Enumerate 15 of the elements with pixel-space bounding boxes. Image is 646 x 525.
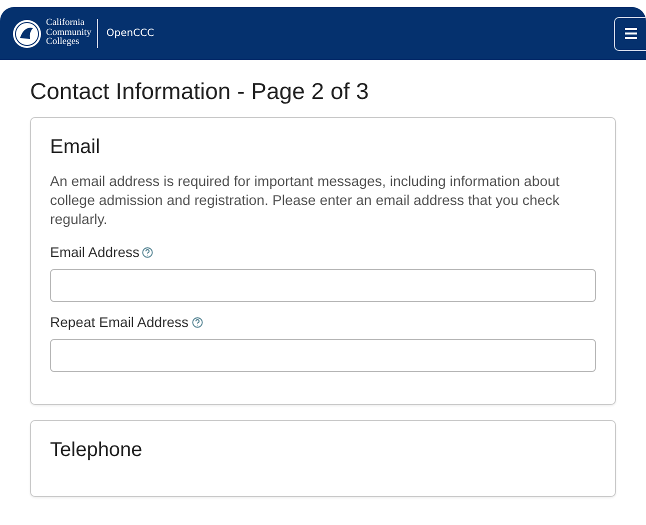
- input-field[interactable]: [50, 269, 596, 302]
- section-title: Telephone: [50, 439, 144, 462]
- app-name: OpenCCC: [105, 28, 154, 39]
- menu-icon: [624, 28, 636, 39]
- section-title: Email: [50, 136, 102, 159]
- section-description: An email address is required for important messages, including information about college admission and registration. Please enter an email address that you check regularly.: [50, 173, 560, 230]
- field-label: Repeat Email Address: [50, 314, 189, 330]
- help-icon[interactable]: [192, 316, 203, 328]
- help-icon[interactable]: [142, 246, 154, 258]
- input-field[interactable]: [50, 339, 596, 372]
- page-title: Contact Information - Page 2 of 3: [30, 78, 370, 105]
- seal-logo-icon: [12, 18, 42, 48]
- logo-text: California Community Colleges: [46, 19, 98, 48]
- field-label: Email Address: [50, 244, 140, 260]
- menu-button[interactable]: [614, 16, 646, 50]
